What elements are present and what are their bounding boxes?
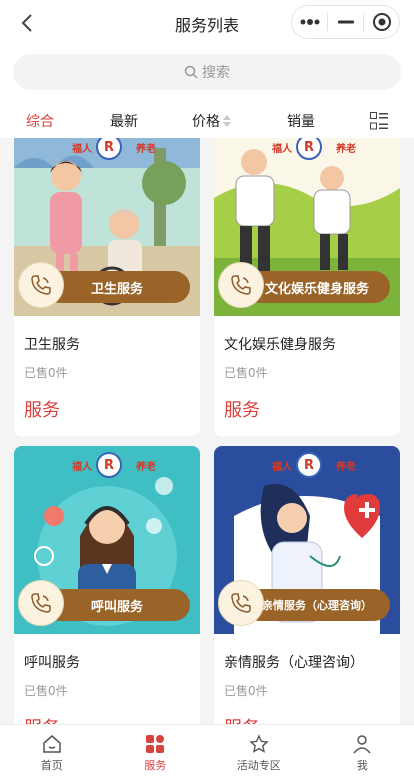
brand-header: 福人 R 养老: [14, 138, 200, 160]
service-card[interactable]: 福人 R 养老 呼叫服务 呼叫服务 已售0件 服务: [14, 446, 200, 724]
service-name: 卫生服务: [24, 337, 80, 353]
tab-activity-label: 活动专区: [236, 758, 281, 772]
service-tag: 服务: [24, 714, 60, 724]
search-input[interactable]: 搜索: [13, 54, 401, 90]
sort-price-label: 价格: [192, 114, 220, 130]
star-icon: [249, 733, 269, 755]
service-image: 福人 R 养老 亲情服务（心理咨询）: [214, 446, 400, 634]
phone-icon: [218, 262, 264, 308]
service-card[interactable]: 福人 R 养老 亲情服务（心理咨询） 亲情服务（心理咨询） 已售0件 服务: [214, 446, 400, 724]
brand-header: 福人 R 养老: [214, 452, 400, 478]
tab-activity[interactable]: 活动专区: [207, 725, 311, 780]
service-card[interactable]: 福人 R 养老 卫生服务 卫生服务 已售0件 服务: [14, 138, 200, 436]
sold-count: 已售0件: [24, 366, 68, 380]
more-button[interactable]: [292, 6, 327, 38]
more-dots-icon: [300, 19, 319, 25]
sold-count: 已售0件: [24, 684, 68, 698]
tab-me-label: 我: [356, 758, 368, 772]
tab-service[interactable]: 服务: [104, 725, 208, 780]
sort-newest[interactable]: 最新: [110, 111, 138, 131]
target-circle-icon: [372, 13, 391, 31]
search-area: 搜索: [0, 44, 414, 102]
service-tag: 服务: [24, 400, 60, 421]
service-name: 亲情服务（心理咨询）: [224, 655, 364, 671]
bottom-tabbar: 首页 服务 活动专区 我: [0, 724, 414, 780]
service-ribbon: 文化娱乐健身服务: [244, 271, 390, 303]
brand-header: 福人 R 养老: [214, 138, 400, 160]
service-name: 文化娱乐健身服务: [224, 337, 336, 353]
service-tag: 服务: [224, 714, 260, 724]
brand-right-text: 养老: [136, 462, 156, 473]
service-card[interactable]: 福人 R 养老 文化娱乐健身服务 文化娱乐健身服务 已售0件 服务: [214, 138, 400, 436]
sort-sales[interactable]: 销量: [287, 111, 315, 131]
sold-count: 已售0件: [224, 684, 268, 698]
brand-header: 福人 R 养老: [14, 452, 200, 478]
service-tag: 服务: [224, 400, 260, 421]
brand-left-text: 福人: [272, 462, 292, 473]
mini-program-capsule: [291, 5, 400, 39]
brand-logo: R: [296, 138, 322, 160]
layout-toggle-button[interactable]: [370, 112, 388, 130]
search-icon: [184, 65, 198, 79]
brand-right-text: 养老: [336, 462, 356, 473]
minimize-button[interactable]: [328, 6, 363, 38]
grid-icon: [145, 733, 165, 755]
minus-icon: [337, 20, 354, 24]
phone-icon: [18, 580, 64, 626]
search-placeholder: 搜索: [202, 65, 230, 81]
brand-logo: R: [296, 452, 322, 478]
tab-home-label: 首页: [40, 758, 63, 772]
brand-left-text: 福人: [72, 462, 92, 473]
home-icon: [42, 733, 62, 755]
service-image: 福人 R 养老 呼叫服务: [14, 446, 200, 634]
service-grid: 福人 R 养老 卫生服务 卫生服务 已售0件 服务 福人 R 养老 文化娱乐健身…: [0, 138, 414, 724]
service-ribbon: 亲情服务（心理咨询）: [244, 589, 390, 621]
tab-me[interactable]: 我: [311, 725, 414, 780]
brand-left-text: 福人: [72, 144, 92, 155]
nav-header: 服务列表: [0, 0, 414, 44]
sort-price[interactable]: 价格: [192, 111, 231, 131]
user-icon: [352, 733, 372, 755]
list-grid-icon: [370, 112, 388, 130]
sort-comprehensive[interactable]: 综合: [26, 111, 54, 131]
service-name: 呼叫服务: [24, 655, 80, 671]
sold-count: 已售0件: [224, 366, 268, 380]
service-ribbon: 呼叫服务: [44, 589, 190, 621]
service-image: 福人 R 养老 文化娱乐健身服务: [214, 138, 400, 316]
brand-right-text: 养老: [336, 144, 356, 155]
service-ribbon: 卫生服务: [44, 271, 190, 303]
brand-logo: R: [96, 138, 122, 160]
brand-right-text: 养老: [136, 144, 156, 155]
service-image: 福人 R 养老 卫生服务: [14, 138, 200, 316]
close-miniprogram-button[interactable]: [364, 6, 399, 38]
tab-home[interactable]: 首页: [0, 725, 104, 780]
tab-service-label: 服务: [144, 758, 167, 772]
brand-logo: R: [96, 452, 122, 478]
phone-icon: [218, 580, 264, 626]
sort-arrows-icon: [223, 115, 231, 127]
brand-left-text: 福人: [272, 144, 292, 155]
sort-bar: 综合 最新 价格 销量: [0, 102, 414, 138]
phone-icon: [18, 262, 64, 308]
